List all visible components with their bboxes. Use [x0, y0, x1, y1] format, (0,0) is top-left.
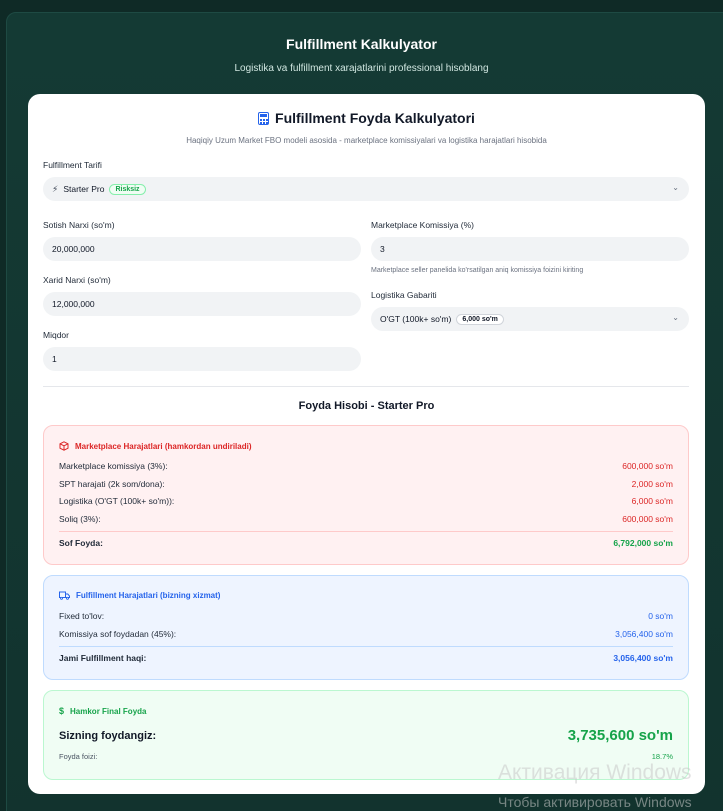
quantity-value: 1	[52, 354, 57, 364]
fulfillment-row-commission: Komissiya sof foydadan (45%): 3,056,400 …	[59, 629, 673, 639]
marketplace-row-spt: SPT harajati (2k som/dona): 2,000 so'm	[59, 479, 673, 489]
marketplace-row-tax: Soliq (3%): 600,000 so'm	[59, 514, 673, 524]
logistics-value: O'GT (100k+ so'm)	[380, 314, 452, 324]
fulfillment-separator	[59, 646, 673, 647]
commission-value: 3	[380, 244, 385, 254]
row-label: Fixed to'lov:	[59, 611, 105, 621]
net-profit-value: 6,792,000 so'm	[613, 538, 673, 548]
tariff-value: Starter Pro	[63, 184, 105, 194]
final-profit-row: Sizning foydangiz: 3,735,600 so'm	[59, 727, 673, 744]
row-value: 2,000 so'm	[631, 479, 673, 489]
final-profit-value: 3,735,600 so'm	[567, 727, 673, 744]
purchase-value: 12,000,000	[52, 299, 95, 309]
profit-percent-row: Foyda foizi: 18.7%	[59, 752, 673, 761]
row-value: 600,000 so'm	[622, 461, 673, 471]
page-header: Fulfillment Kalkulyator Logistika va ful…	[0, 36, 723, 74]
purchase-input[interactable]: 12,000,000	[43, 292, 361, 316]
quantity-input[interactable]: 1	[43, 347, 361, 371]
row-value: 600,000 so'm	[622, 514, 673, 524]
final-profit-label: Sizning foydangiz:	[59, 729, 157, 742]
chevron-down-icon: ⌄	[672, 183, 679, 192]
profit-percent-label: Foyda foizi:	[59, 752, 98, 761]
row-label: Komissiya sof foydadan (45%):	[59, 629, 177, 639]
windows-activation-watermark-sub: Чтобы активировать Windows	[498, 794, 692, 810]
windows-activation-watermark: Активация Windows	[498, 761, 692, 784]
logistics-badge: 6,000 so'm	[456, 313, 504, 325]
fulfillment-costs-box: Fulfillment Harajatlari (bizning xizmat)…	[43, 575, 689, 680]
marketplace-costs-box: Marketplace Harajatlari (hamkordan undir…	[43, 425, 689, 565]
truck-icon	[59, 591, 70, 600]
commission-input[interactable]: 3	[371, 237, 689, 261]
fulfillment-total-row: Jami Fulfillment haqi: 3,056,400 so'm	[59, 653, 673, 663]
marketplace-row-commission: Marketplace komissiya (3%): 600,000 so'm	[59, 461, 673, 471]
calculator-subtitle: Haqiqiy Uzum Market FBO modeli asosida -…	[186, 135, 547, 145]
fulfillment-total-value: 3,056,400 so'm	[613, 653, 673, 663]
tariff-select[interactable]: ⚡ Starter Pro Risksiz ⌄	[43, 177, 689, 201]
fulfillment-heading: Fulfillment Harajatlari (bizning xizmat)	[59, 591, 220, 600]
logistics-select[interactable]: O'GT (100k+ so'm) 6,000 so'm ⌄	[371, 307, 689, 331]
final-heading-text: Hamkor Final Foyda	[70, 706, 147, 716]
commission-hint: Marketplace seller panelida ko'rsatilgan…	[371, 267, 584, 274]
row-value: 6,000 so'm	[631, 496, 673, 506]
marketplace-separator	[59, 531, 673, 532]
calculator-title: Fulfillment Foyda Kalkulyatori	[258, 110, 475, 126]
net-profit-row: Sof Foyda: 6,792,000 so'm	[59, 538, 673, 548]
chevron-down-icon: ⌄	[672, 313, 679, 322]
lightning-icon: ⚡	[52, 183, 59, 194]
tariff-label: Fulfillment Tarifi	[43, 160, 102, 170]
row-label: Soliq (3%):	[59, 514, 101, 524]
price-input[interactable]: 20,000,000	[43, 237, 361, 261]
row-label: Logistika (O'GT (100k+ so'm)):	[59, 496, 175, 506]
profit-percent-value: 18.7%	[651, 752, 673, 761]
marketplace-heading-text: Marketplace Harajatlari (hamkordan undir…	[75, 441, 252, 451]
purchase-label: Xarid Narxi (so'm)	[43, 275, 111, 285]
calculator-card: Fulfillment Foyda Kalkulyatori Haqiqiy U…	[28, 94, 705, 794]
fulfillment-heading-text: Fulfillment Harajatlari (bizning xizmat)	[76, 591, 221, 600]
section-divider	[43, 386, 689, 387]
page-title: Fulfillment Kalkulyator	[286, 36, 437, 52]
marketplace-row-logistics: Logistika (O'GT (100k+ so'm)): 6,000 so'…	[59, 496, 673, 506]
package-icon	[59, 441, 69, 451]
marketplace-heading: Marketplace Harajatlari (hamkordan undir…	[59, 441, 252, 451]
row-label: Marketplace komissiya (3%):	[59, 461, 168, 471]
commission-label: Marketplace Komissiya (%)	[371, 220, 474, 230]
fulfillment-row-fixed: Fixed to'lov: 0 so'm	[59, 611, 673, 621]
dollar-icon: $	[59, 706, 65, 716]
risk-badge: Risksiz	[109, 183, 146, 195]
net-profit-label: Sof Foyda:	[59, 538, 103, 548]
quantity-label: Miqdor	[43, 330, 69, 340]
row-label: SPT harajati (2k som/dona):	[59, 479, 165, 489]
page-subtitle: Logistika va fulfillment xarajatlarini p…	[234, 63, 489, 74]
price-value: 20,000,000	[52, 244, 95, 254]
row-value: 0 so'm	[648, 611, 673, 621]
price-label: Sotish Narxi (so'm)	[43, 220, 115, 230]
logistics-label: Logistika Gabariti	[371, 290, 437, 300]
row-value: 3,056,400 so'm	[615, 629, 673, 639]
fulfillment-total-label: Jami Fulfillment haqi:	[59, 653, 147, 663]
result-title: Foyda Hisobi - Starter Pro	[298, 400, 435, 412]
calculator-header: Fulfillment Foyda Kalkulyatori Haqiqiy U…	[28, 110, 705, 145]
calculator-icon	[258, 111, 270, 125]
final-heading: $ Hamkor Final Foyda	[59, 706, 146, 716]
calculator-title-text: Fulfillment Foyda Kalkulyatori	[275, 110, 475, 126]
